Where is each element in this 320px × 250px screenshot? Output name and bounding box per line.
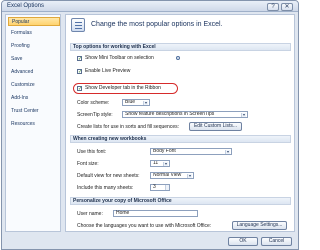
chevron-down-icon (225, 150, 230, 154)
sidebar-item-resources[interactable]: Resources (8, 120, 60, 129)
default-view-value: Normal View (153, 172, 182, 178)
sidebar-item-add-ins[interactable]: Add-Ins (8, 94, 60, 103)
color-scheme-select[interactable]: Blue (122, 99, 150, 106)
title-bar: Excel Options ? ✕ (2, 1, 298, 12)
color-scheme-label: Color scheme: (77, 100, 110, 106)
custom-lists-label: Create lists for use in sorts and fill s… (77, 124, 179, 130)
font-value: Body Font (153, 148, 176, 154)
sidebar-item-customize[interactable]: Customize (8, 81, 60, 90)
language-settings-button[interactable]: Language Settings... (232, 221, 287, 230)
section-header-top-options: Top options for working with Excel (70, 43, 291, 51)
info-icon (176, 56, 180, 60)
window-title: Excel Options (7, 3, 45, 9)
developer-tab-checkbox[interactable]: ✓ (77, 86, 82, 92)
page-title: Change the most popular options in Excel… (91, 21, 223, 28)
excel-options-dialog: Excel Options ? ✕ Popular Formulas Proof… (1, 0, 299, 250)
live-preview-label: Enable Live Preview (85, 68, 131, 74)
sheet-count-stepper[interactable]: 3 (150, 184, 170, 191)
font-size-label: Font size: (77, 161, 99, 167)
section-header-personalize: Personalize your copy of Microsoft Offic… (70, 197, 291, 205)
options-page-icon (71, 18, 85, 32)
sidebar-item-formulas[interactable]: Formulas (8, 29, 60, 38)
options-sidebar: Popular Formulas Proofing Save Advanced … (5, 14, 61, 232)
default-view-select[interactable]: Normal View (150, 172, 194, 179)
screentip-select[interactable]: Show feature descriptions in ScreenTips (122, 111, 248, 118)
section-header-new-workbooks: When creating new workbooks (70, 135, 291, 143)
sidebar-item-trust-center[interactable]: Trust Center (8, 107, 60, 116)
font-select[interactable]: Body Font (150, 148, 232, 155)
developer-tab-label: Show Developer tab in the Ribbon (85, 85, 161, 91)
options-content-panel: Change the most popular options in Excel… (65, 14, 295, 232)
font-size-select[interactable]: 11 (150, 160, 170, 167)
screentip-label: ScreenTip style: (77, 112, 113, 118)
ok-button[interactable]: OK (228, 237, 258, 246)
cancel-button[interactable]: Cancel (261, 237, 292, 246)
font-label: Use this font: (77, 149, 107, 155)
color-scheme-value: Blue (125, 99, 136, 105)
edit-custom-lists-button[interactable]: Edit Custom Lists... (189, 122, 242, 131)
chevron-down-icon (187, 174, 192, 178)
sheet-count-label: Include this many sheets: (77, 185, 134, 191)
screentip-value: Show feature descriptions in ScreenTips (125, 111, 215, 117)
user-name-label: User name: (77, 211, 103, 217)
chevron-down-icon (143, 101, 148, 105)
font-size-value: 11 (153, 160, 159, 166)
sidebar-item-advanced[interactable]: Advanced (8, 68, 60, 77)
mini-toolbar-checkbox[interactable]: ✓ (77, 56, 82, 62)
mini-toolbar-label: Show Mini Toolbar on selection (85, 55, 154, 61)
languages-label: Choose the languages you want to use wit… (77, 223, 212, 229)
spin-arrows-icon[interactable] (165, 185, 169, 190)
sheet-count-value: 3 (153, 184, 156, 190)
close-button[interactable]: ✕ (281, 3, 293, 11)
help-button[interactable]: ? (267, 3, 279, 11)
default-view-label: Default view for new sheets: (77, 173, 140, 179)
sidebar-item-save[interactable]: Save (8, 55, 60, 64)
chevron-down-icon (241, 113, 246, 117)
sidebar-item-proofing[interactable]: Proofing (8, 42, 60, 51)
live-preview-checkbox[interactable]: ✓ (77, 69, 82, 75)
chevron-down-icon (163, 162, 168, 166)
sidebar-item-popular[interactable]: Popular (8, 17, 60, 26)
user-name-input[interactable]: Home (113, 210, 198, 217)
